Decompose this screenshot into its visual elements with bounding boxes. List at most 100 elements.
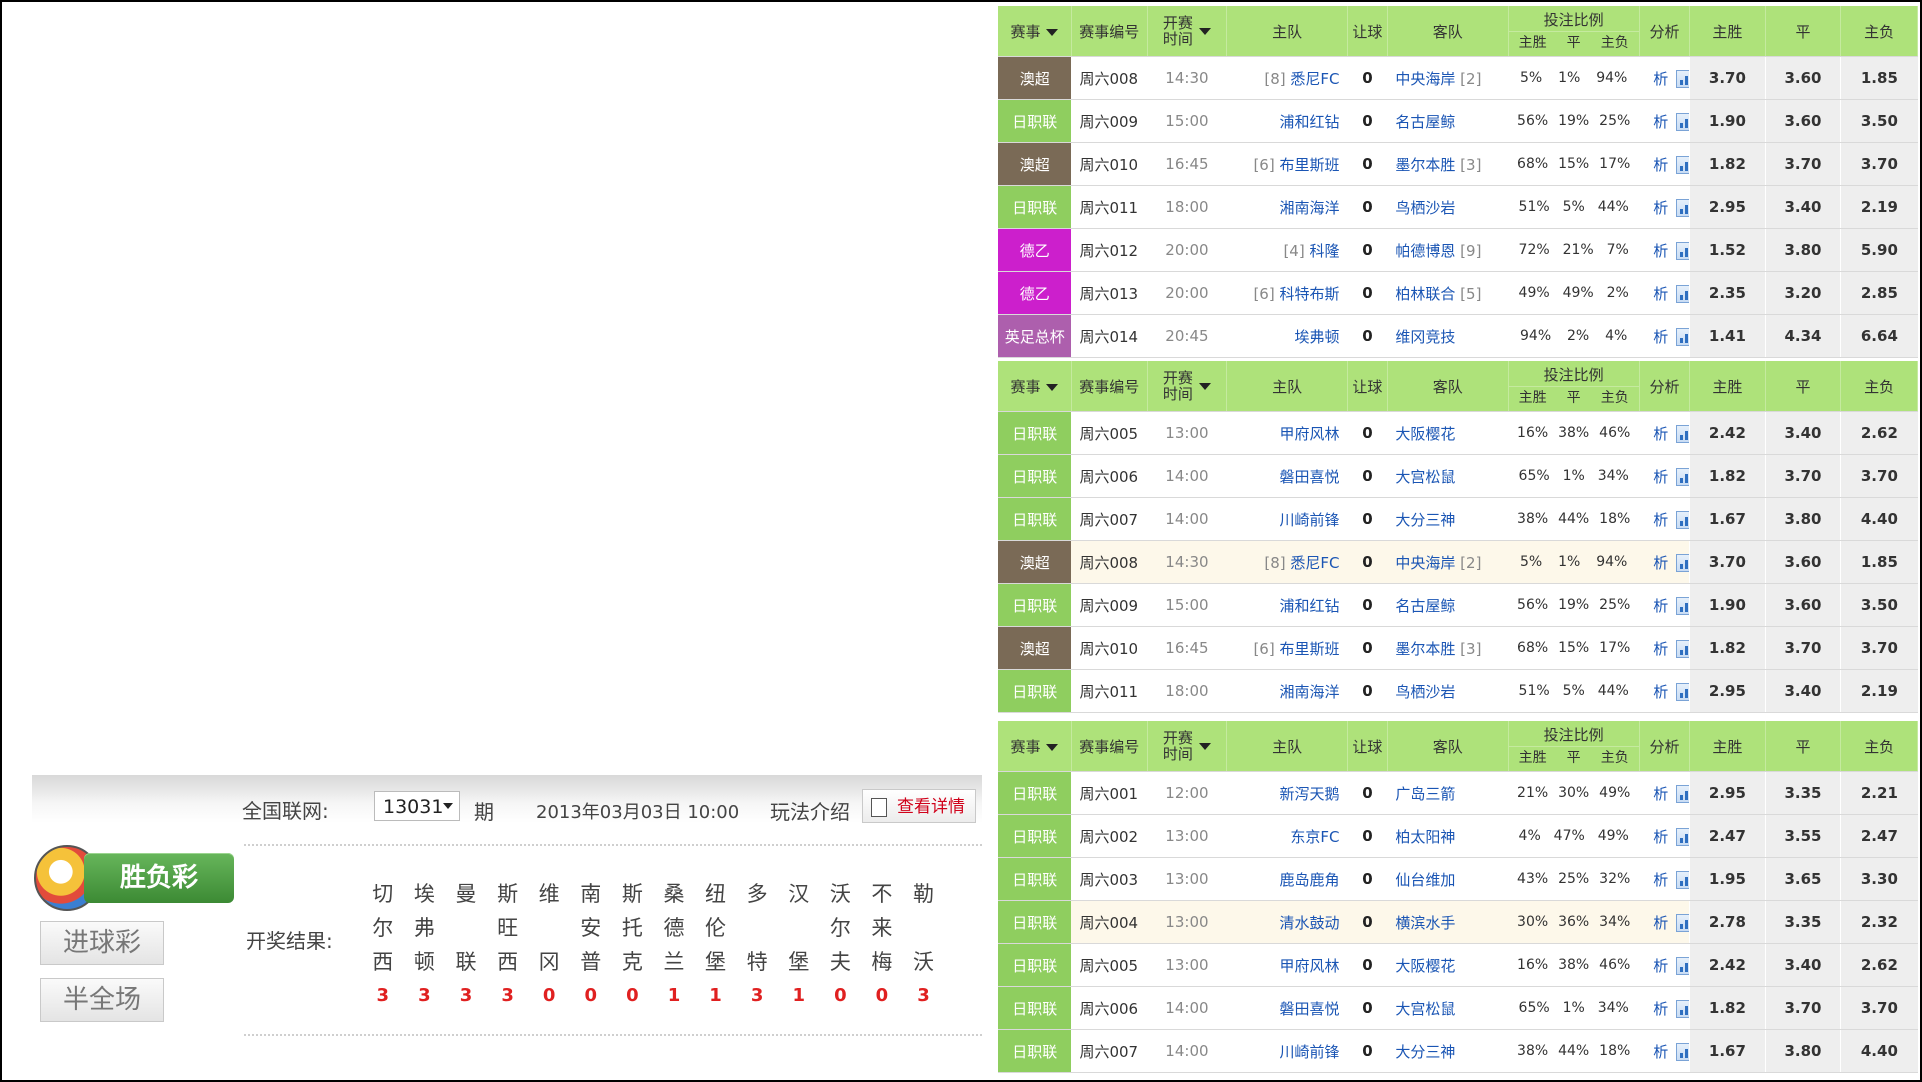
away-team-link[interactable]: 中央海岸 [1395, 554, 1455, 572]
home-team-link[interactable]: 磐田喜悦 [1279, 1000, 1339, 1018]
analysis-link[interactable]: 析 [1653, 113, 1668, 131]
odds-home[interactable]: 2.42 [1689, 411, 1766, 455]
odds-draw[interactable]: 3.35 [1764, 900, 1841, 944]
sfc-logo[interactable]: 胜负彩 [34, 835, 234, 913]
league-badge[interactable]: 日职联 [998, 411, 1072, 455]
away-team-link[interactable]: 维冈竞技 [1395, 328, 1455, 346]
league-badge[interactable]: 日职联 [998, 986, 1072, 1030]
away-team-link[interactable]: 帕德博恩 [1395, 242, 1455, 260]
odds-home[interactable]: 1.82 [1689, 626, 1766, 670]
analysis-link[interactable]: 析 [1653, 1043, 1668, 1061]
league-badge[interactable]: 日职联 [998, 99, 1072, 143]
league-badge[interactable]: 日职联 [998, 497, 1072, 541]
odds-home[interactable]: 2.95 [1689, 669, 1766, 713]
league-badge[interactable]: 日职联 [998, 857, 1072, 901]
odds-away[interactable]: 2.19 [1840, 669, 1918, 713]
odds-away[interactable]: 2.21 [1840, 771, 1918, 815]
home-team-link[interactable]: 悉尼FC [1290, 554, 1339, 572]
league-badge[interactable]: 英足总杯 [998, 314, 1072, 358]
bar-chart-icon[interactable] [1676, 871, 1690, 889]
home-team-link[interactable]: 湘南海洋 [1279, 683, 1339, 701]
analysis-link[interactable]: 析 [1653, 1000, 1668, 1018]
kickoff-filter-header[interactable]: 开赛 时间 [1147, 6, 1228, 57]
odds-away[interactable]: 4.40 [1840, 497, 1918, 541]
odds-home[interactable]: 1.67 [1689, 1029, 1766, 1073]
league-filter-header[interactable]: 赛事 [998, 6, 1072, 57]
bar-chart-icon[interactable] [1676, 199, 1690, 217]
away-team-link[interactable]: 柏太阳神 [1395, 828, 1455, 846]
league-badge[interactable]: 日职联 [998, 900, 1072, 944]
odds-home[interactable]: 1.82 [1689, 142, 1766, 186]
odds-away[interactable]: 2.32 [1840, 900, 1918, 944]
home-team-link[interactable]: 布里斯班 [1279, 156, 1339, 174]
odds-away[interactable]: 3.30 [1840, 857, 1918, 901]
league-filter-header[interactable]: 赛事 [998, 721, 1072, 772]
away-team-link[interactable]: 柏林联合 [1395, 285, 1455, 303]
home-team-link[interactable]: 清水鼓动 [1279, 914, 1339, 932]
analysis-link[interactable]: 析 [1653, 285, 1668, 303]
away-team-link[interactable]: 大宫松鼠 [1395, 468, 1455, 486]
bar-chart-icon[interactable] [1676, 425, 1690, 443]
odds-away[interactable]: 3.50 [1840, 583, 1918, 627]
analysis-link[interactable]: 析 [1653, 914, 1668, 932]
league-badge[interactable]: 德乙 [998, 271, 1072, 315]
odds-home[interactable]: 2.47 [1689, 814, 1766, 858]
bar-chart-icon[interactable] [1676, 957, 1690, 975]
halffull-lottery-button[interactable]: 半全场 [40, 978, 164, 1022]
away-team-link[interactable]: 名古屋鲸 [1395, 597, 1455, 615]
odds-draw[interactable]: 3.40 [1764, 185, 1841, 229]
odds-away[interactable]: 1.85 [1840, 540, 1918, 584]
odds-draw[interactable]: 3.60 [1764, 99, 1841, 143]
analysis-link[interactable]: 析 [1653, 242, 1668, 260]
odds-home[interactable]: 1.90 [1689, 99, 1766, 143]
away-team-link[interactable]: 广岛三箭 [1395, 785, 1455, 803]
odds-draw[interactable]: 3.70 [1764, 142, 1841, 186]
odds-away[interactable]: 2.19 [1840, 185, 1918, 229]
league-filter-header[interactable]: 赛事 [998, 361, 1072, 412]
home-team-link[interactable]: 埃弗顿 [1294, 328, 1339, 346]
home-team-link[interactable]: 布里斯班 [1279, 640, 1339, 658]
league-badge[interactable]: 澳超 [998, 540, 1072, 584]
home-team-link[interactable]: 甲府风林 [1279, 957, 1339, 975]
analysis-link[interactable]: 析 [1653, 328, 1668, 346]
odds-draw[interactable]: 3.40 [1764, 943, 1841, 987]
analysis-link[interactable]: 析 [1653, 199, 1668, 217]
away-team-link[interactable]: 大分三神 [1395, 511, 1455, 529]
odds-draw[interactable]: 3.60 [1764, 56, 1841, 100]
league-badge[interactable]: 澳超 [998, 56, 1072, 100]
away-team-link[interactable]: 大分三神 [1395, 1043, 1455, 1061]
bar-chart-icon[interactable] [1676, 511, 1690, 529]
league-badge[interactable]: 日职联 [998, 185, 1072, 229]
league-badge[interactable]: 澳超 [998, 626, 1072, 670]
odds-home[interactable]: 2.42 [1689, 943, 1766, 987]
home-team-link[interactable]: 鹿岛鹿角 [1279, 871, 1339, 889]
odds-draw[interactable]: 3.60 [1764, 540, 1841, 584]
home-team-link[interactable]: 浦和红钻 [1279, 113, 1339, 131]
odds-draw[interactable]: 3.60 [1764, 583, 1841, 627]
away-team-link[interactable]: 横滨水手 [1395, 914, 1455, 932]
kickoff-filter-header[interactable]: 开赛 时间 [1147, 721, 1228, 772]
view-detail-button[interactable]: 查看详情 [862, 789, 976, 823]
away-team-link[interactable]: 大阪樱花 [1395, 957, 1455, 975]
odds-home[interactable]: 1.67 [1689, 497, 1766, 541]
odds-draw[interactable]: 3.35 [1764, 771, 1841, 815]
away-team-link[interactable]: 名古屋鲸 [1395, 113, 1455, 131]
odds-home[interactable]: 3.70 [1689, 540, 1766, 584]
away-team-link[interactable]: 鸟栖沙岩 [1395, 199, 1455, 217]
issue-select[interactable]: 13031 [374, 791, 460, 821]
odds-draw[interactable]: 3.70 [1764, 626, 1841, 670]
league-badge[interactable]: 日职联 [998, 583, 1072, 627]
bar-chart-icon[interactable] [1676, 785, 1690, 803]
home-team-link[interactable]: 新泻天鹅 [1279, 785, 1339, 803]
away-team-link[interactable]: 中央海岸 [1395, 70, 1455, 88]
home-team-link[interactable]: 甲府风林 [1279, 425, 1339, 443]
league-badge[interactable]: 日职联 [998, 814, 1072, 858]
bar-chart-icon[interactable] [1676, 156, 1690, 174]
goals-lottery-button[interactable]: 进球彩 [40, 921, 164, 965]
home-team-link[interactable]: 科隆 [1309, 242, 1339, 260]
analysis-link[interactable]: 析 [1653, 785, 1668, 803]
odds-draw[interactable]: 3.80 [1764, 1029, 1841, 1073]
odds-draw[interactable]: 3.80 [1764, 228, 1841, 272]
kickoff-filter-header[interactable]: 开赛 时间 [1147, 361, 1228, 412]
odds-away[interactable]: 3.70 [1840, 454, 1918, 498]
